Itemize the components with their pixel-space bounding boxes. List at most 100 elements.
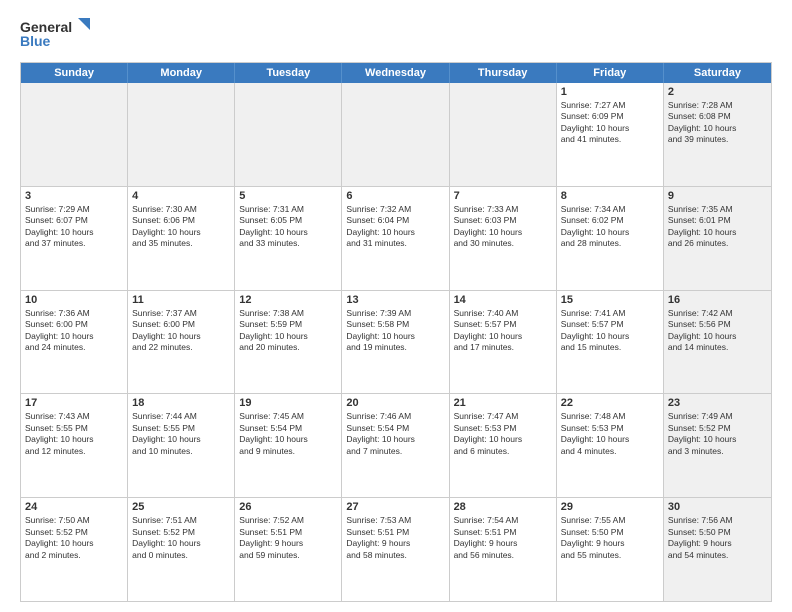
day-cell-9: 9 Sunrise: 7:35 AM Sunset: 6:01 PM Daylig…	[664, 187, 771, 290]
header-day-wednesday: Wednesday	[342, 63, 449, 83]
empty-cell-w0c4	[450, 83, 557, 186]
day-info: Sunrise: 7:46 AM Sunset: 5:54 PM Dayligh…	[346, 411, 444, 457]
day-info: Sunrise: 7:56 AM Sunset: 5:50 PM Dayligh…	[668, 515, 767, 561]
day-cell-29: 29 Sunrise: 7:55 AM Sunset: 5:50 PM Dayli…	[557, 498, 664, 601]
day-info: Sunrise: 7:44 AM Sunset: 5:55 PM Dayligh…	[132, 411, 230, 457]
day-number: 22	[561, 397, 659, 409]
day-info: Sunrise: 7:48 AM Sunset: 5:53 PM Dayligh…	[561, 411, 659, 457]
day-info: Sunrise: 7:32 AM Sunset: 6:04 PM Dayligh…	[346, 204, 444, 250]
day-info: Sunrise: 7:53 AM Sunset: 5:51 PM Dayligh…	[346, 515, 444, 561]
header-day-saturday: Saturday	[664, 63, 771, 83]
day-number: 5	[239, 190, 337, 202]
day-cell-24: 24 Sunrise: 7:50 AM Sunset: 5:52 PM Dayli…	[21, 498, 128, 601]
day-cell-26: 26 Sunrise: 7:52 AM Sunset: 5:51 PM Dayli…	[235, 498, 342, 601]
day-number: 30	[668, 501, 767, 513]
day-number: 2	[668, 86, 767, 98]
day-cell-14: 14 Sunrise: 7:40 AM Sunset: 5:57 PM Dayli…	[450, 291, 557, 394]
day-info: Sunrise: 7:36 AM Sunset: 6:00 PM Dayligh…	[25, 308, 123, 354]
day-info: Sunrise: 7:34 AM Sunset: 6:02 PM Dayligh…	[561, 204, 659, 250]
day-cell-25: 25 Sunrise: 7:51 AM Sunset: 5:52 PM Dayli…	[128, 498, 235, 601]
day-info: Sunrise: 7:50 AM Sunset: 5:52 PM Dayligh…	[25, 515, 123, 561]
day-info: Sunrise: 7:33 AM Sunset: 6:03 PM Dayligh…	[454, 204, 552, 250]
day-number: 4	[132, 190, 230, 202]
header-day-monday: Monday	[128, 63, 235, 83]
day-number: 21	[454, 397, 552, 409]
day-number: 10	[25, 294, 123, 306]
day-cell-1: 1Sunrise: 7:27 AM Sunset: 6:09 PM Daylig…	[557, 83, 664, 186]
empty-cell-w0c3	[342, 83, 449, 186]
day-cell-17: 17 Sunrise: 7:43 AM Sunset: 5:55 PM Dayli…	[21, 394, 128, 497]
day-info: Sunrise: 7:49 AM Sunset: 5:52 PM Dayligh…	[668, 411, 767, 457]
day-info: Sunrise: 7:45 AM Sunset: 5:54 PM Dayligh…	[239, 411, 337, 457]
logo: GeneralBlue	[20, 16, 100, 52]
day-number: 24	[25, 501, 123, 513]
day-info: Sunrise: 7:39 AM Sunset: 5:58 PM Dayligh…	[346, 308, 444, 354]
day-cell-22: 22 Sunrise: 7:48 AM Sunset: 5:53 PM Dayli…	[557, 394, 664, 497]
day-info: Sunrise: 7:42 AM Sunset: 5:56 PM Dayligh…	[668, 308, 767, 354]
day-info: Sunrise: 7:30 AM Sunset: 6:06 PM Dayligh…	[132, 204, 230, 250]
day-info: Sunrise: 7:31 AM Sunset: 6:05 PM Dayligh…	[239, 204, 337, 250]
day-cell-19: 19Sunrise: 7:45 AM Sunset: 5:54 PM Dayli…	[235, 394, 342, 497]
day-number: 18	[132, 397, 230, 409]
day-number: 14	[454, 294, 552, 306]
day-number: 3	[25, 190, 123, 202]
day-cell-18: 18 Sunrise: 7:44 AM Sunset: 5:55 PM Dayli…	[128, 394, 235, 497]
svg-text:Blue: Blue	[20, 33, 51, 49]
day-info: Sunrise: 7:51 AM Sunset: 5:52 PM Dayligh…	[132, 515, 230, 561]
day-number: 13	[346, 294, 444, 306]
empty-cell-w0c1	[128, 83, 235, 186]
logo-svg: GeneralBlue	[20, 16, 100, 52]
day-cell-8: 8 Sunrise: 7:34 AM Sunset: 6:02 PM Daylig…	[557, 187, 664, 290]
day-number: 6	[346, 190, 444, 202]
day-info: Sunrise: 7:40 AM Sunset: 5:57 PM Dayligh…	[454, 308, 552, 354]
day-number: 15	[561, 294, 659, 306]
day-number: 7	[454, 190, 552, 202]
day-info: Sunrise: 7:54 AM Sunset: 5:51 PM Dayligh…	[454, 515, 552, 561]
day-cell-4: 4 Sunrise: 7:30 AM Sunset: 6:06 PM Daylig…	[128, 187, 235, 290]
header-day-tuesday: Tuesday	[235, 63, 342, 83]
calendar-week-1: 1Sunrise: 7:27 AM Sunset: 6:09 PM Daylig…	[21, 83, 771, 187]
day-number: 27	[346, 501, 444, 513]
day-cell-6: 6 Sunrise: 7:32 AM Sunset: 6:04 PM Daylig…	[342, 187, 449, 290]
day-number: 25	[132, 501, 230, 513]
day-cell-10: 10 Sunrise: 7:36 AM Sunset: 6:00 PM Dayli…	[21, 291, 128, 394]
calendar-week-4: 17 Sunrise: 7:43 AM Sunset: 5:55 PM Dayli…	[21, 394, 771, 498]
day-cell-7: 7 Sunrise: 7:33 AM Sunset: 6:03 PM Daylig…	[450, 187, 557, 290]
day-cell-2: 2 Sunrise: 7:28 AM Sunset: 6:08 PM Daylig…	[664, 83, 771, 186]
day-info: Sunrise: 7:55 AM Sunset: 5:50 PM Dayligh…	[561, 515, 659, 561]
day-info: Sunrise: 7:41 AM Sunset: 5:57 PM Dayligh…	[561, 308, 659, 354]
day-cell-12: 12Sunrise: 7:38 AM Sunset: 5:59 PM Dayli…	[235, 291, 342, 394]
day-number: 17	[25, 397, 123, 409]
empty-cell-w0c0	[21, 83, 128, 186]
calendar-week-3: 10 Sunrise: 7:36 AM Sunset: 6:00 PM Dayli…	[21, 291, 771, 395]
day-info: Sunrise: 7:47 AM Sunset: 5:53 PM Dayligh…	[454, 411, 552, 457]
day-cell-15: 15 Sunrise: 7:41 AM Sunset: 5:57 PM Dayli…	[557, 291, 664, 394]
day-number: 26	[239, 501, 337, 513]
day-number: 29	[561, 501, 659, 513]
day-cell-27: 27 Sunrise: 7:53 AM Sunset: 5:51 PM Dayli…	[342, 498, 449, 601]
page-header: GeneralBlue	[20, 16, 772, 52]
calendar-week-2: 3 Sunrise: 7:29 AM Sunset: 6:07 PM Daylig…	[21, 187, 771, 291]
day-number: 8	[561, 190, 659, 202]
day-info: Sunrise: 7:28 AM Sunset: 6:08 PM Dayligh…	[668, 100, 767, 146]
header-day-thursday: Thursday	[450, 63, 557, 83]
day-info: Sunrise: 7:43 AM Sunset: 5:55 PM Dayligh…	[25, 411, 123, 457]
day-cell-5: 5 Sunrise: 7:31 AM Sunset: 6:05 PM Daylig…	[235, 187, 342, 290]
day-info: Sunrise: 7:37 AM Sunset: 6:00 PM Dayligh…	[132, 308, 230, 354]
day-info: Sunrise: 7:35 AM Sunset: 6:01 PM Dayligh…	[668, 204, 767, 250]
day-number: 11	[132, 294, 230, 306]
day-cell-21: 21 Sunrise: 7:47 AM Sunset: 5:53 PM Dayli…	[450, 394, 557, 497]
day-cell-23: 23 Sunrise: 7:49 AM Sunset: 5:52 PM Dayli…	[664, 394, 771, 497]
day-info: Sunrise: 7:29 AM Sunset: 6:07 PM Dayligh…	[25, 204, 123, 250]
day-info: Sunrise: 7:52 AM Sunset: 5:51 PM Dayligh…	[239, 515, 337, 561]
day-cell-28: 28Sunrise: 7:54 AM Sunset: 5:51 PM Dayli…	[450, 498, 557, 601]
day-number: 23	[668, 397, 767, 409]
calendar-body: 1Sunrise: 7:27 AM Sunset: 6:09 PM Daylig…	[21, 83, 771, 601]
day-cell-13: 13 Sunrise: 7:39 AM Sunset: 5:58 PM Dayli…	[342, 291, 449, 394]
day-number: 20	[346, 397, 444, 409]
day-number: 9	[668, 190, 767, 202]
day-cell-3: 3 Sunrise: 7:29 AM Sunset: 6:07 PM Daylig…	[21, 187, 128, 290]
day-number: 12	[239, 294, 337, 306]
calendar: SundayMondayTuesdayWednesdayThursdayFrid…	[20, 62, 772, 602]
day-cell-30: 30 Sunrise: 7:56 AM Sunset: 5:50 PM Dayli…	[664, 498, 771, 601]
